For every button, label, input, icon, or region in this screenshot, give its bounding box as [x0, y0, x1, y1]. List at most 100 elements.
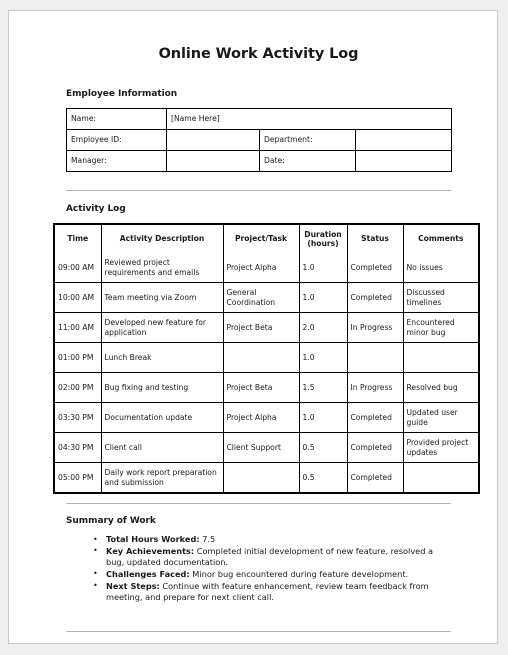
table-row: Employee ID: Department: — [66, 129, 453, 151]
cell-status[interactable]: In Progress — [346, 372, 404, 403]
column-header-comments: Comments — [402, 224, 479, 253]
cell-time: 03:30 PM — [54, 402, 102, 433]
cell-duration[interactable]: 2.0 — [298, 312, 348, 343]
activity-log-heading: Activity Log — [66, 204, 126, 214]
cell-status[interactable]: Completed — [346, 282, 404, 313]
table-row: 03:30 PM Documentation update Project Al… — [54, 402, 479, 433]
cell-description[interactable]: Team meeting via Zoom — [100, 282, 224, 313]
cell-description[interactable]: Lunch Break — [100, 342, 224, 373]
table-header-row: Time Activity Description Project/Task D… — [54, 224, 479, 253]
duration-line-2: (hours) — [307, 239, 339, 248]
cell-project[interactable] — [222, 462, 300, 493]
cell-time: 09:00 AM — [54, 253, 102, 283]
emp-label-date: Date: — [259, 150, 356, 172]
employee-information-body: Name: [Name Here] Employee ID: Departmen… — [66, 108, 453, 172]
table-row: 02:00 PM Bug fixing and testing Project … — [54, 372, 479, 403]
cell-status[interactable]: Completed — [346, 432, 404, 463]
emp-value-name[interactable]: [Name Here] — [165, 108, 453, 130]
emp-label-name: Name: — [66, 108, 167, 130]
cell-project[interactable]: Project Beta — [222, 312, 300, 343]
cell-project[interactable]: Client Support — [222, 432, 300, 463]
emp-value-department[interactable] — [354, 129, 453, 151]
emp-value-date[interactable] — [354, 150, 453, 172]
cell-duration[interactable]: 1.0 — [298, 342, 348, 373]
cell-status[interactable]: Completed — [346, 253, 404, 283]
cell-comments[interactable]: Updated user guide — [402, 402, 479, 433]
cell-duration[interactable]: 0.5 — [298, 432, 348, 463]
activity-log-table: Time Activity Description Project/Task D… — [53, 223, 480, 494]
cell-project[interactable]: General Coordination — [222, 282, 300, 313]
column-header-duration: Duration (hours) — [298, 224, 348, 253]
cell-status[interactable]: Completed — [346, 402, 404, 433]
summary-list: Total Hours Worked: 7.5 Key Achievements… — [66, 533, 451, 604]
cell-description[interactable]: Reviewed project requirements and emails — [100, 253, 224, 283]
cell-comments[interactable]: No issues — [402, 253, 479, 283]
list-item: Challenges Faced: Minor bug encountered … — [93, 568, 451, 580]
table-row: Name: [Name Here] — [66, 108, 453, 130]
duration-line-1: Duration — [304, 229, 342, 239]
activity-log-table-wrapper: Time Activity Description Project/Task D… — [53, 223, 480, 494]
cell-time: 02:00 PM — [54, 372, 102, 403]
cell-duration[interactable]: 0.5 — [298, 462, 348, 493]
table-row: 05:00 PM Daily work report preparation a… — [54, 462, 479, 493]
list-item: Key Achievements: Completed initial deve… — [93, 545, 451, 569]
cell-description[interactable]: Daily work report preparation and submis… — [100, 462, 224, 493]
cell-project[interactable] — [222, 342, 300, 373]
cell-duration[interactable]: 1.0 — [298, 282, 348, 313]
cell-comments[interactable] — [402, 342, 479, 373]
page-title: Online Work Activity Log — [158, 46, 359, 62]
table-row: 01:00 PM Lunch Break 1.0 — [54, 342, 479, 373]
section-divider-1 — [66, 190, 451, 191]
summary-item-label: Next Steps: — [106, 580, 160, 591]
table-row: 11:00 AM Developed new feature for appli… — [54, 312, 479, 343]
table-row: 10:00 AM Team meeting via Zoom General C… — [54, 282, 479, 313]
cell-comments[interactable]: Resolved bug — [402, 372, 479, 403]
list-item: Next Steps: Continue with feature enhanc… — [93, 580, 451, 604]
cell-description[interactable]: Documentation update — [100, 402, 224, 433]
cell-status[interactable]: Completed — [346, 462, 404, 493]
summary-item-label: Key Achievements: — [106, 545, 195, 556]
summary-item-label: Total Hours Worked: — [106, 534, 200, 544]
cell-comments[interactable]: Encountered minor bug — [402, 312, 479, 343]
cell-project[interactable]: Project Alpha — [222, 402, 300, 433]
cell-project[interactable]: Project Beta — [222, 372, 300, 403]
cell-duration[interactable]: 1.5 — [298, 372, 348, 403]
cell-time: 11:00 AM — [54, 312, 102, 343]
document-content: Online Work Activity Log Employee Inform… — [53, 11, 480, 633]
emp-value-employee-id[interactable] — [166, 129, 260, 151]
table-row: 09:00 AM Reviewed project requirements a… — [54, 253, 479, 283]
list-item: Total Hours Worked: 7.5 — [93, 533, 451, 545]
column-header-time: Time — [54, 224, 102, 253]
cell-description[interactable]: Developed new feature for application — [100, 312, 224, 343]
column-header-status: Status — [346, 224, 404, 253]
cell-status[interactable]: In Progress — [346, 312, 404, 343]
cell-duration[interactable]: 1.0 — [298, 253, 348, 283]
cell-description[interactable]: Bug fixing and testing — [100, 372, 224, 403]
cell-comments[interactable]: Provided project updates — [402, 432, 479, 463]
summary-heading: Summary of Work — [66, 516, 156, 526]
section-divider-2 — [66, 503, 451, 504]
table-row: 04:30 PM Client call Client Support 0.5 … — [54, 432, 479, 463]
cell-time: 10:00 AM — [54, 282, 102, 313]
emp-label-department: Department: — [259, 129, 356, 151]
cell-description[interactable]: Client call — [100, 432, 224, 463]
summary-item-text: Minor bug encountered during feature dev… — [189, 568, 409, 579]
table-row: Manager: Date: — [66, 150, 453, 172]
employee-information-heading: Employee Information — [66, 89, 178, 99]
cell-comments[interactable] — [402, 462, 479, 493]
emp-value-manager[interactable] — [166, 150, 260, 172]
summary-item-label: Challenges Faced: — [106, 568, 190, 579]
cell-project[interactable]: Project Alpha — [222, 253, 300, 283]
cell-duration[interactable]: 1.0 — [298, 402, 348, 433]
activity-log-header: Time Activity Description Project/Task D… — [54, 224, 479, 253]
cell-time: 01:00 PM — [54, 342, 102, 373]
column-header-activity-description: Activity Description — [100, 224, 224, 253]
section-divider-3 — [66, 631, 451, 633]
cell-time: 05:00 PM — [54, 462, 102, 493]
cell-comments[interactable]: Discussed timelines — [402, 282, 479, 313]
employee-information-table: Name: [Name Here] Employee ID: Departmen… — [66, 108, 453, 172]
column-header-project-task: Project/Task — [222, 224, 300, 253]
document-page: Online Work Activity Log Employee Inform… — [8, 10, 498, 644]
cell-status[interactable] — [346, 342, 404, 373]
cell-time: 04:30 PM — [54, 432, 102, 463]
